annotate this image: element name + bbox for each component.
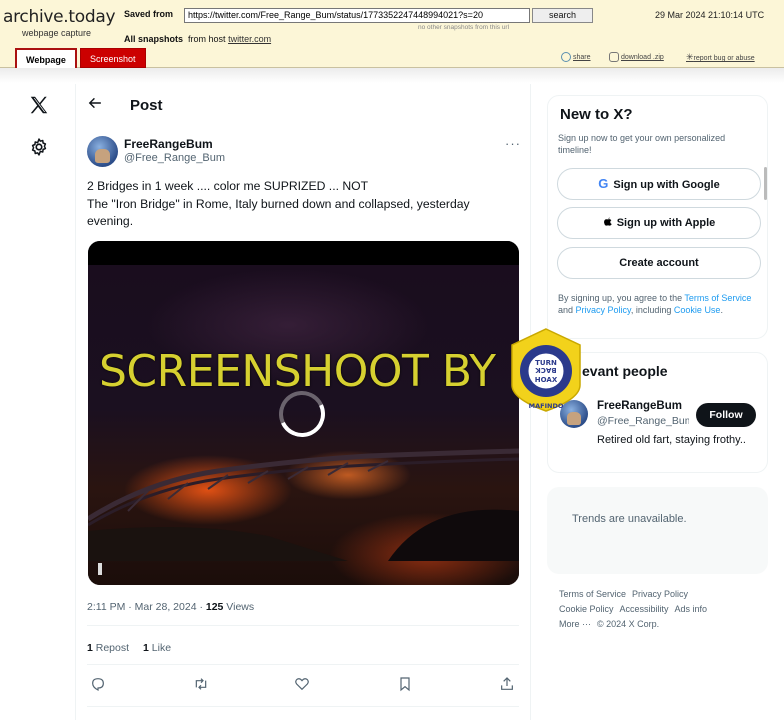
tab-screenshot[interactable]: Screenshot	[80, 48, 146, 68]
footer-link[interactable]: Accessibility	[620, 604, 669, 614]
footer-link[interactable]: More ···	[559, 619, 591, 629]
badge-text-line: TURN	[535, 359, 557, 367]
video-letterbox	[88, 241, 519, 265]
views-count: 125	[205, 601, 224, 613]
from-host-label: from host	[188, 34, 226, 44]
divider	[87, 706, 519, 707]
saved-from-label: Saved from	[124, 9, 174, 19]
header-shadow	[0, 68, 784, 83]
follow-button[interactable]: Follow	[696, 403, 756, 427]
relevant-people-title: evant people	[582, 363, 668, 379]
download-cloud-icon	[609, 52, 619, 62]
relevant-bio: Retired old fart, staying frothy..	[597, 434, 746, 446]
footer-link[interactable]: Cookie Policy	[559, 604, 614, 614]
share-icon[interactable]	[499, 676, 517, 694]
footer-link[interactable]: Privacy Policy	[632, 589, 688, 599]
like-icon[interactable]	[294, 676, 312, 694]
repost-icon[interactable]	[192, 676, 210, 694]
badge-ring-text: MAFINDO	[529, 402, 564, 410]
new-to-x-card: New to X? Sign up now to get your own pe…	[547, 95, 768, 339]
back-arrow-icon[interactable]	[88, 96, 102, 115]
archive-logo-subtitle: webpage capture	[22, 28, 92, 38]
bookmark-icon[interactable]	[397, 676, 415, 694]
other-snapshots-note: no other snapshots from this url	[418, 24, 510, 31]
video-watermark-text: SCREENSHOOT BY	[99, 346, 496, 397]
apple-signup-button[interactable]: Sign up with Apple	[557, 207, 761, 239]
footer-link[interactable]: Ads info	[675, 604, 708, 614]
download-tool[interactable]: download .zip	[609, 52, 664, 62]
main-timeline: Post FreeRangeBum @Free_Range_Bum ··· 2 …	[75, 84, 531, 720]
copyright: © 2024 X Corp.	[597, 619, 660, 629]
author-display-name[interactable]: FreeRangeBum	[124, 137, 213, 151]
tweet-stats: 1 Repost 1 Like	[87, 642, 171, 654]
repost-stat[interactable]: 1 Repost	[87, 642, 129, 654]
tweet-actions	[88, 676, 520, 696]
badge-text-line: BACK	[535, 366, 557, 374]
tweet-text-line: 2 Bridges in 1 week .... color me SUPRIZ…	[87, 179, 369, 193]
tab-webpage[interactable]: Webpage	[15, 48, 77, 68]
google-icon: G	[598, 176, 609, 191]
capture-datetime: 29 Mar 2024 21:10:14 UTC	[655, 10, 765, 20]
tweet-metadata: 2:11 PM · Mar 28, 2024 · 125 Views	[87, 601, 254, 613]
author-avatar[interactable]	[87, 136, 118, 167]
new-to-x-title: New to X?	[560, 106, 633, 123]
x-logo-icon[interactable]	[28, 94, 50, 122]
bug-icon: ✳	[686, 52, 694, 62]
tweet-text-line: The "Iron Bridge" in Rome, Italy burned …	[87, 196, 470, 229]
url-input[interactable]: https://twitter.com/Free_Range_Bum/statu…	[184, 8, 530, 23]
video-player[interactable]: SCREENSHOOT BY	[88, 241, 519, 585]
archive-logo[interactable]: archive.today	[3, 7, 116, 27]
badge-text-line: HOAX	[535, 376, 558, 384]
search-button[interactable]: search	[532, 8, 593, 23]
report-tool[interactable]: ✳report bug or abuse	[686, 52, 755, 63]
all-snapshots-label[interactable]: All snapshots	[124, 34, 183, 44]
apple-icon	[603, 217, 613, 229]
settings-gear-icon[interactable]	[29, 137, 49, 157]
create-account-button[interactable]: Create account	[557, 247, 761, 279]
more-options-icon[interactable]: ···	[505, 136, 521, 151]
tweet-timestamp[interactable]: 2:11 PM · Mar 28, 2024 ·	[87, 601, 206, 613]
author-handle[interactable]: @Free_Range_Bum	[124, 152, 225, 164]
host-link[interactable]: twitter.com	[228, 34, 271, 44]
relevant-handle[interactable]: @Free_Range_Bum	[597, 415, 689, 427]
video-progress-marker	[98, 563, 102, 575]
trends-card: Trends are unavailable.	[547, 487, 768, 574]
host-line: All snapshots from host twitter.com	[124, 34, 271, 44]
burning-bridge-image	[88, 448, 519, 561]
privacy-link[interactable]: Privacy Policy	[576, 305, 631, 315]
trends-message: Trends are unavailable.	[572, 513, 687, 525]
new-to-x-subtitle: Sign up now to get your own personalized…	[558, 133, 726, 155]
sidebar-scrollbar[interactable]	[764, 167, 767, 200]
tweet-text: 2 Bridges in 1 week .... color me SUPRIZ…	[87, 178, 517, 231]
legal-notice: By signing up, you agree to the Terms of…	[558, 293, 752, 315]
like-stat[interactable]: 1 Like	[143, 642, 171, 654]
turnbackhoax-badge-logo: TURN BACK HOAX MAFINDO	[511, 328, 581, 412]
page-title: Post	[130, 97, 163, 114]
relevant-name[interactable]: FreeRangeBum	[597, 400, 682, 412]
share-tool[interactable]: share	[561, 52, 591, 62]
terms-link[interactable]: Terms of Service	[684, 293, 751, 303]
reply-icon[interactable]	[90, 676, 108, 694]
footer-links: Terms of Service Privacy Policy Cookie Po…	[559, 587, 764, 632]
divider	[87, 625, 519, 626]
divider	[87, 664, 519, 665]
footer-link[interactable]: Terms of Service	[559, 589, 626, 599]
cookie-link[interactable]: Cookie Use	[674, 305, 721, 315]
share-globe-icon	[561, 52, 571, 62]
views-label: Views	[223, 601, 255, 613]
google-signup-button[interactable]: G Sign up with Google	[557, 168, 761, 200]
archive-header: archive.today webpage capture Saved from…	[0, 0, 784, 68]
